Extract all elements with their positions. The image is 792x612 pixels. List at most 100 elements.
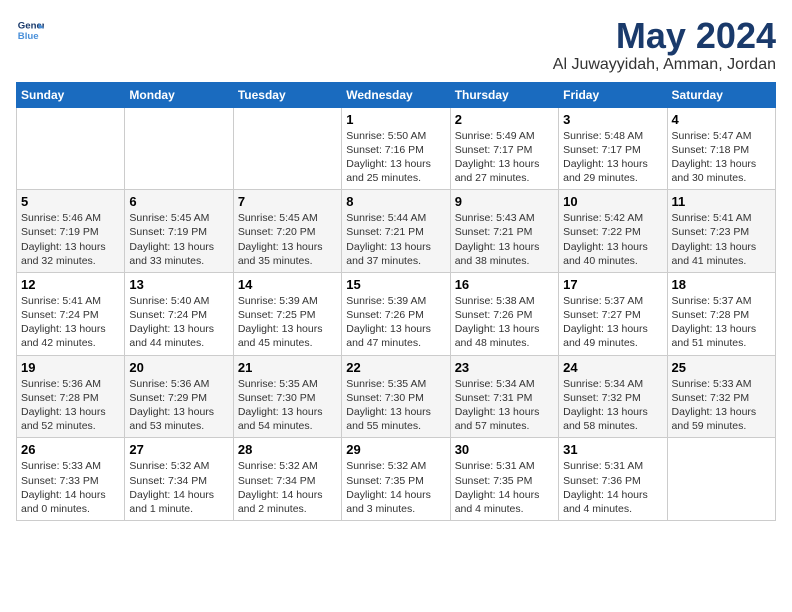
day-number: 9 [455, 194, 554, 209]
calendar-cell: 13 Sunrise: 5:40 AM Sunset: 7:24 PM Dayli… [125, 272, 233, 355]
day-number: 30 [455, 442, 554, 457]
day-number: 23 [455, 360, 554, 375]
calendar-cell: 30 Sunrise: 5:31 AM Sunset: 7:35 PM Dayli… [450, 438, 558, 521]
calendar-cell: 15Sunrise: 5:39 AM Sunset: 7:26 PM Dayli… [342, 272, 450, 355]
header-saturday: Saturday [667, 82, 775, 107]
calendar-week-row: 26Sunrise: 5:33 AM Sunset: 7:33 PM Dayli… [17, 438, 776, 521]
header-sunday: Sunday [17, 82, 125, 107]
day-number: 27 [129, 442, 228, 457]
day-number: 14 [238, 277, 337, 292]
day-number: 6 [129, 194, 228, 209]
day-number: 17 [563, 277, 662, 292]
day-info: Sunrise: 5:37 AM Sunset: 7:28 PM Dayligh… [672, 294, 771, 351]
day-info: Sunrise: 5:34 AM Sunset: 7:32 PM Dayligh… [563, 377, 662, 434]
day-number: 25 [672, 360, 771, 375]
header-monday: Monday [125, 82, 233, 107]
logo: General Blue [16, 16, 44, 44]
header-thursday: Thursday [450, 82, 558, 107]
day-number: 18 [672, 277, 771, 292]
calendar-cell: 12Sunrise: 5:41 AM Sunset: 7:24 PM Dayli… [17, 272, 125, 355]
calendar-header-row: Sunday Monday Tuesday Wednesday Thursday… [17, 82, 776, 107]
day-info: Sunrise: 5:34 AM Sunset: 7:31 PM Dayligh… [455, 377, 554, 434]
calendar-cell: 5 Sunrise: 5:46 AM Sunset: 7:19 PM Daylig… [17, 190, 125, 273]
header-wednesday: Wednesday [342, 82, 450, 107]
calendar-cell: 26Sunrise: 5:33 AM Sunset: 7:33 PM Dayli… [17, 438, 125, 521]
calendar-week-row: 1 Sunrise: 5:50 AM Sunset: 7:16 PM Daylig… [17, 107, 776, 190]
calendar-cell: 6 Sunrise: 5:45 AM Sunset: 7:19 PM Daylig… [125, 190, 233, 273]
day-info: Sunrise: 5:40 AM Sunset: 7:24 PM Dayligh… [129, 294, 228, 351]
calendar-cell: 20Sunrise: 5:36 AM Sunset: 7:29 PM Dayli… [125, 355, 233, 438]
day-number: 10 [563, 194, 662, 209]
calendar-cell: 9Sunrise: 5:43 AM Sunset: 7:21 PM Daylig… [450, 190, 558, 273]
page-header: General Blue May 2024 Al Juwayyidah, Amm… [16, 16, 776, 74]
day-number: 26 [21, 442, 120, 457]
calendar-cell: 22 Sunrise: 5:35 AM Sunset: 7:30 PM Dayli… [342, 355, 450, 438]
calendar-cell: 21 Sunrise: 5:35 AM Sunset: 7:30 PM Dayli… [233, 355, 341, 438]
day-info: Sunrise: 5:32 AM Sunset: 7:35 PM Dayligh… [346, 459, 445, 516]
day-info: Sunrise: 5:36 AM Sunset: 7:29 PM Dayligh… [129, 377, 228, 434]
day-info: Sunrise: 5:41 AM Sunset: 7:24 PM Dayligh… [21, 294, 120, 351]
day-number: 1 [346, 112, 445, 127]
calendar-cell: 23 Sunrise: 5:34 AM Sunset: 7:31 PM Dayli… [450, 355, 558, 438]
calendar-cell: 7 Sunrise: 5:45 AM Sunset: 7:20 PM Daylig… [233, 190, 341, 273]
day-number: 7 [238, 194, 337, 209]
month-title: May 2024 [553, 16, 776, 56]
day-number: 19 [21, 360, 120, 375]
calendar-table: Sunday Monday Tuesday Wednesday Thursday… [16, 82, 776, 521]
calendar-week-row: 19 Sunrise: 5:36 AM Sunset: 7:28 PM Dayli… [17, 355, 776, 438]
day-info: Sunrise: 5:36 AM Sunset: 7:28 PM Dayligh… [21, 377, 120, 434]
calendar-cell: 29 Sunrise: 5:32 AM Sunset: 7:35 PM Dayli… [342, 438, 450, 521]
day-info: Sunrise: 5:39 AM Sunset: 7:26 PM Dayligh… [346, 294, 445, 351]
day-info: Sunrise: 5:38 AM Sunset: 7:26 PM Dayligh… [455, 294, 554, 351]
calendar-cell: 16Sunrise: 5:38 AM Sunset: 7:26 PM Dayli… [450, 272, 558, 355]
calendar-cell: 8 Sunrise: 5:44 AM Sunset: 7:21 PM Daylig… [342, 190, 450, 273]
day-number: 28 [238, 442, 337, 457]
calendar-cell: 28 Sunrise: 5:32 AM Sunset: 7:34 PM Dayli… [233, 438, 341, 521]
day-number: 8 [346, 194, 445, 209]
day-info: Sunrise: 5:50 AM Sunset: 7:16 PM Dayligh… [346, 129, 445, 186]
header-tuesday: Tuesday [233, 82, 341, 107]
day-info: Sunrise: 5:31 AM Sunset: 7:36 PM Dayligh… [563, 459, 662, 516]
day-info: Sunrise: 5:35 AM Sunset: 7:30 PM Dayligh… [238, 377, 337, 434]
day-info: Sunrise: 5:35 AM Sunset: 7:30 PM Dayligh… [346, 377, 445, 434]
day-number: 5 [21, 194, 120, 209]
calendar-cell: 1 Sunrise: 5:50 AM Sunset: 7:16 PM Daylig… [342, 107, 450, 190]
calendar-cell [233, 107, 341, 190]
calendar-cell: 3 Sunrise: 5:48 AM Sunset: 7:17 PM Daylig… [559, 107, 667, 190]
day-info: Sunrise: 5:44 AM Sunset: 7:21 PM Dayligh… [346, 211, 445, 268]
calendar-cell: 10 Sunrise: 5:42 AM Sunset: 7:22 PM Dayli… [559, 190, 667, 273]
calendar-cell: 25 Sunrise: 5:33 AM Sunset: 7:32 PM Dayli… [667, 355, 775, 438]
logo-icon: General Blue [16, 16, 44, 44]
calendar-cell: 27 Sunrise: 5:32 AM Sunset: 7:34 PM Dayli… [125, 438, 233, 521]
day-number: 13 [129, 277, 228, 292]
day-number: 3 [563, 112, 662, 127]
day-number: 29 [346, 442, 445, 457]
calendar-week-row: 5 Sunrise: 5:46 AM Sunset: 7:19 PM Daylig… [17, 190, 776, 273]
day-info: Sunrise: 5:49 AM Sunset: 7:17 PM Dayligh… [455, 129, 554, 186]
day-number: 31 [563, 442, 662, 457]
day-info: Sunrise: 5:45 AM Sunset: 7:20 PM Dayligh… [238, 211, 337, 268]
day-info: Sunrise: 5:32 AM Sunset: 7:34 PM Dayligh… [238, 459, 337, 516]
calendar-cell [125, 107, 233, 190]
day-number: 22 [346, 360, 445, 375]
calendar-cell: 2Sunrise: 5:49 AM Sunset: 7:17 PM Daylig… [450, 107, 558, 190]
day-number: 24 [563, 360, 662, 375]
day-info: Sunrise: 5:45 AM Sunset: 7:19 PM Dayligh… [129, 211, 228, 268]
day-number: 21 [238, 360, 337, 375]
calendar-cell: 17 Sunrise: 5:37 AM Sunset: 7:27 PM Dayli… [559, 272, 667, 355]
calendar-cell: 11Sunrise: 5:41 AM Sunset: 7:23 PM Dayli… [667, 190, 775, 273]
day-number: 4 [672, 112, 771, 127]
calendar-week-row: 12Sunrise: 5:41 AM Sunset: 7:24 PM Dayli… [17, 272, 776, 355]
day-info: Sunrise: 5:39 AM Sunset: 7:25 PM Dayligh… [238, 294, 337, 351]
svg-text:Blue: Blue [18, 31, 39, 42]
day-info: Sunrise: 5:46 AM Sunset: 7:19 PM Dayligh… [21, 211, 120, 268]
calendar-cell: 14 Sunrise: 5:39 AM Sunset: 7:25 PM Dayli… [233, 272, 341, 355]
day-info: Sunrise: 5:37 AM Sunset: 7:27 PM Dayligh… [563, 294, 662, 351]
calendar-cell [667, 438, 775, 521]
day-info: Sunrise: 5:48 AM Sunset: 7:17 PM Dayligh… [563, 129, 662, 186]
day-info: Sunrise: 5:32 AM Sunset: 7:34 PM Dayligh… [129, 459, 228, 516]
day-info: Sunrise: 5:42 AM Sunset: 7:22 PM Dayligh… [563, 211, 662, 268]
calendar-cell: 24 Sunrise: 5:34 AM Sunset: 7:32 PM Dayli… [559, 355, 667, 438]
day-info: Sunrise: 5:31 AM Sunset: 7:35 PM Dayligh… [455, 459, 554, 516]
day-info: Sunrise: 5:33 AM Sunset: 7:32 PM Dayligh… [672, 377, 771, 434]
